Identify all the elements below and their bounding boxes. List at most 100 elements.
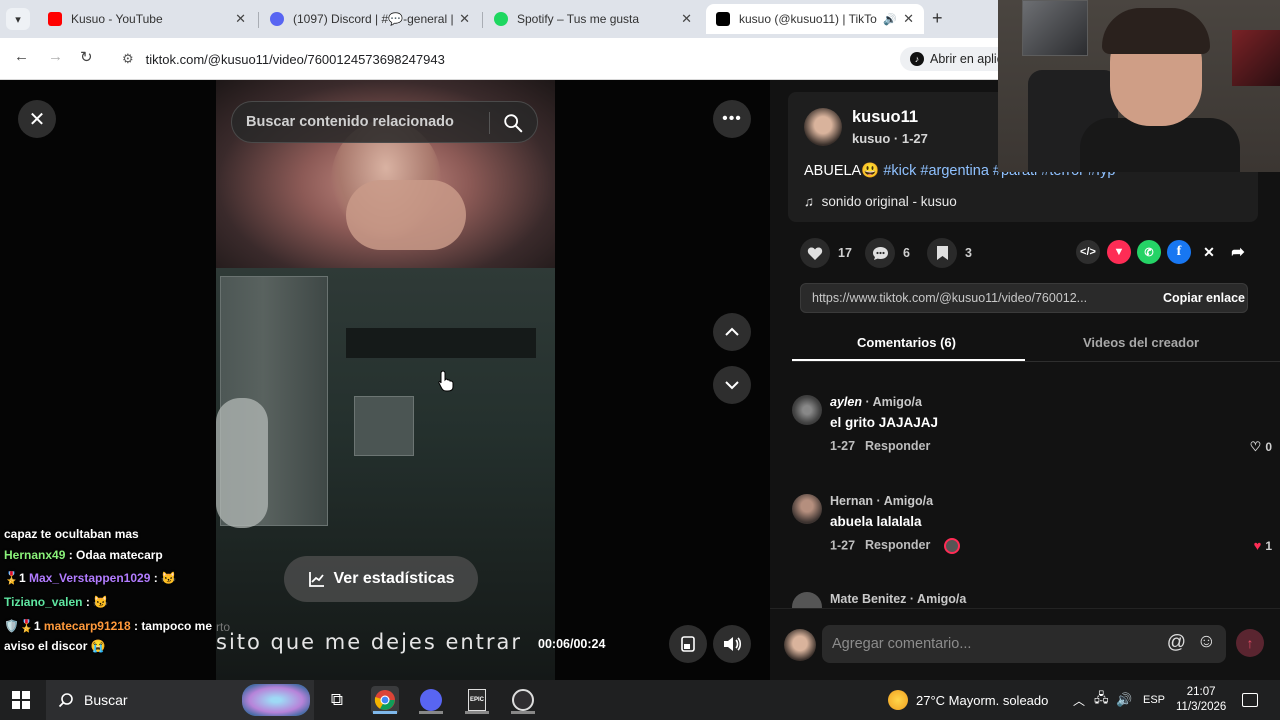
browser-tab-discord[interactable]: (1097) Discord | #💬-general | ✕	[260, 4, 480, 34]
site-settings-icon[interactable]: ⚙	[122, 51, 134, 67]
comment-count: 6	[903, 246, 910, 260]
close-video-button[interactable]: ✕	[18, 100, 56, 138]
whatsapp-icon[interactable]: ✆	[1137, 240, 1161, 264]
heart-filled-icon: ♥	[1253, 538, 1262, 553]
youtube-icon	[48, 12, 62, 26]
view-stats-label: Ver estadísticas	[333, 570, 455, 587]
music-note-icon: ♫	[804, 194, 815, 209]
epic-games-taskbar-icon[interactable]: EPIC	[463, 686, 491, 714]
heart-icon	[800, 238, 830, 268]
obs-taskbar-icon[interactable]	[509, 686, 537, 714]
hand-cursor-icon	[438, 370, 454, 392]
tab-creator-videos[interactable]: Videos del creador	[1083, 335, 1199, 350]
add-comment-input[interactable]: Agregar comentario... @ ☺	[822, 625, 1226, 663]
commenter-avatar[interactable]	[792, 395, 822, 425]
comment-like-button[interactable]: ♥ 1	[1254, 538, 1272, 553]
back-arrow-icon[interactable]: ←	[14, 48, 29, 65]
x-twitter-icon[interactable]: ✕	[1197, 240, 1221, 264]
tab-search-button[interactable]: ▾	[6, 8, 30, 30]
tab-comments[interactable]: Comentarios (6)	[857, 335, 956, 350]
video-subtitle: sito que me dejes entrar	[216, 630, 523, 654]
network-icon[interactable]: 🖧	[1094, 680, 1109, 720]
stream-chat-overlay: capaz te ocultaban mas Hernanx49 : Odaa …	[0, 525, 230, 655]
forward-arrow-icon[interactable]: →	[48, 48, 63, 65]
close-tab-icon[interactable]: ✕	[903, 11, 914, 27]
comment-like-button[interactable]: ♡ 0	[1250, 439, 1272, 455]
send-icon[interactable]: ▼	[1107, 240, 1131, 264]
language-indicator[interactable]: ESP	[1143, 680, 1165, 720]
chrome-taskbar-icon[interactable]	[371, 686, 399, 714]
browser-tab-youtube[interactable]: Kusuo - YouTube ✕	[38, 4, 256, 34]
mention-icon[interactable]: @	[1167, 632, 1186, 654]
comment-button[interactable]: 6	[865, 235, 910, 271]
previous-video-button[interactable]	[713, 313, 751, 351]
speaker-icon[interactable]: 🔊	[1116, 680, 1132, 720]
reply-button[interactable]: Responder	[865, 538, 930, 552]
music-link[interactable]: ♫ sonido original - kusuo	[804, 194, 957, 209]
commenter-name[interactable]: aylen · Amigo/a	[830, 395, 922, 409]
view-stats-button[interactable]: Ver estadísticas	[284, 556, 478, 602]
facebook-icon[interactable]: f	[1167, 240, 1191, 264]
new-tab-button[interactable]: +	[932, 8, 943, 29]
reply-button[interactable]: Responder	[865, 439, 930, 453]
search-icon[interactable]	[502, 112, 524, 134]
author-avatar[interactable]	[804, 108, 842, 146]
emoji-icon[interactable]: ☺	[1197, 631, 1216, 653]
speaker-icon[interactable]: 🔊	[883, 13, 897, 26]
tiktok-icon	[716, 12, 730, 26]
current-user-avatar	[784, 629, 816, 661]
related-search-input[interactable]: Buscar contenido relacionado	[231, 101, 538, 143]
embed-icon[interactable]: </>	[1076, 240, 1100, 264]
tiktok-page: ✕ Buscar contenido relacionado ••• Ver e…	[0, 0, 1280, 680]
close-tab-icon[interactable]: ✕	[459, 11, 470, 27]
open-in-app-label: Abrir en aplic	[930, 52, 1003, 66]
like-button[interactable]: 17	[800, 235, 852, 271]
next-video-button[interactable]	[713, 366, 751, 404]
clock[interactable]: 21:07 11/3/2026	[1176, 680, 1226, 720]
chevron-up-icon[interactable]: ︿	[1073, 680, 1085, 720]
chat-badge-icon: 🎖️1	[4, 571, 26, 585]
author-subname: kusuo · 1-27	[852, 131, 928, 146]
browser-tab-tiktok[interactable]: kusuo (@kusuo11) | TikTok 🔊 ✕	[706, 4, 924, 34]
task-view-icon[interactable]: ⧉	[323, 686, 351, 714]
chat-badge-icon: 🛡️🎖️1	[4, 619, 41, 633]
comment-composer: Agregar comentario... @ ☺ ↑	[770, 608, 1280, 680]
chevron-down-icon	[725, 381, 739, 390]
comment-item: Hernan · Amigo/a abuela lalalala 1-27 Res…	[792, 494, 1272, 564]
reload-icon[interactable]: ↻	[80, 48, 93, 66]
share-arrow-icon[interactable]: ➦	[1226, 240, 1250, 264]
open-in-app-button[interactable]: ♪ Abrir en aplic	[900, 47, 1013, 71]
comments-tabs: Comentarios (6) Videos del creador	[792, 326, 1280, 362]
picture-in-picture-button[interactable]	[669, 625, 707, 663]
weather-widget[interactable]: 27°C Mayorm. soleado	[888, 680, 1048, 720]
post-comment-button[interactable]: ↑	[1236, 629, 1264, 657]
video-player-area: ✕ Buscar contenido relacionado ••• Ver e…	[0, 80, 770, 680]
taskbar-search-box[interactable]: Buscar	[46, 680, 314, 720]
close-tab-icon[interactable]: ✕	[235, 11, 246, 27]
pip-icon	[681, 636, 695, 652]
volume-button[interactable]	[713, 625, 751, 663]
browser-tab-spotify[interactable]: Spotify – Tus me gusta ✕	[484, 4, 702, 34]
video-link-field[interactable]: https://www.tiktok.com/@kusuo11/video/76…	[800, 283, 1248, 313]
tiktok-icon: ♪	[910, 52, 924, 66]
spotify-icon	[494, 12, 508, 26]
copy-link-button[interactable]: Copiar enlace	[1159, 284, 1249, 312]
commenter-name[interactable]: Mate Benitez · Amigo/a	[830, 592, 966, 606]
more-options-button[interactable]: •••	[713, 100, 751, 138]
active-tab-indicator	[792, 359, 1025, 361]
chat-message: Tiziano_valen : 😼	[4, 595, 109, 609]
streamer-webcam-overlay	[998, 0, 1280, 172]
chat-message: aviso el discor 😭	[4, 639, 106, 653]
commenter-avatar[interactable]	[792, 494, 822, 524]
close-tab-icon[interactable]: ✕	[681, 11, 692, 27]
bookmark-button[interactable]: 3	[927, 235, 972, 271]
chat-message: capaz te ocultaban mas	[4, 527, 139, 541]
discord-taskbar-icon[interactable]	[417, 686, 445, 714]
chat-message: 🎖️1 Max_Verstappen1029 : 😼	[4, 571, 176, 585]
bookmark-icon	[927, 238, 957, 268]
windows-taskbar: Buscar ⧉ EPIC 27°C Mayorm. soleado ︿ 🖧 🔊…	[0, 680, 1280, 720]
author-username[interactable]: kusuo11	[852, 108, 918, 127]
notifications-icon[interactable]	[1242, 680, 1258, 720]
windows-start-icon[interactable]	[12, 691, 30, 709]
commenter-name[interactable]: Hernan · Amigo/a	[830, 494, 933, 508]
